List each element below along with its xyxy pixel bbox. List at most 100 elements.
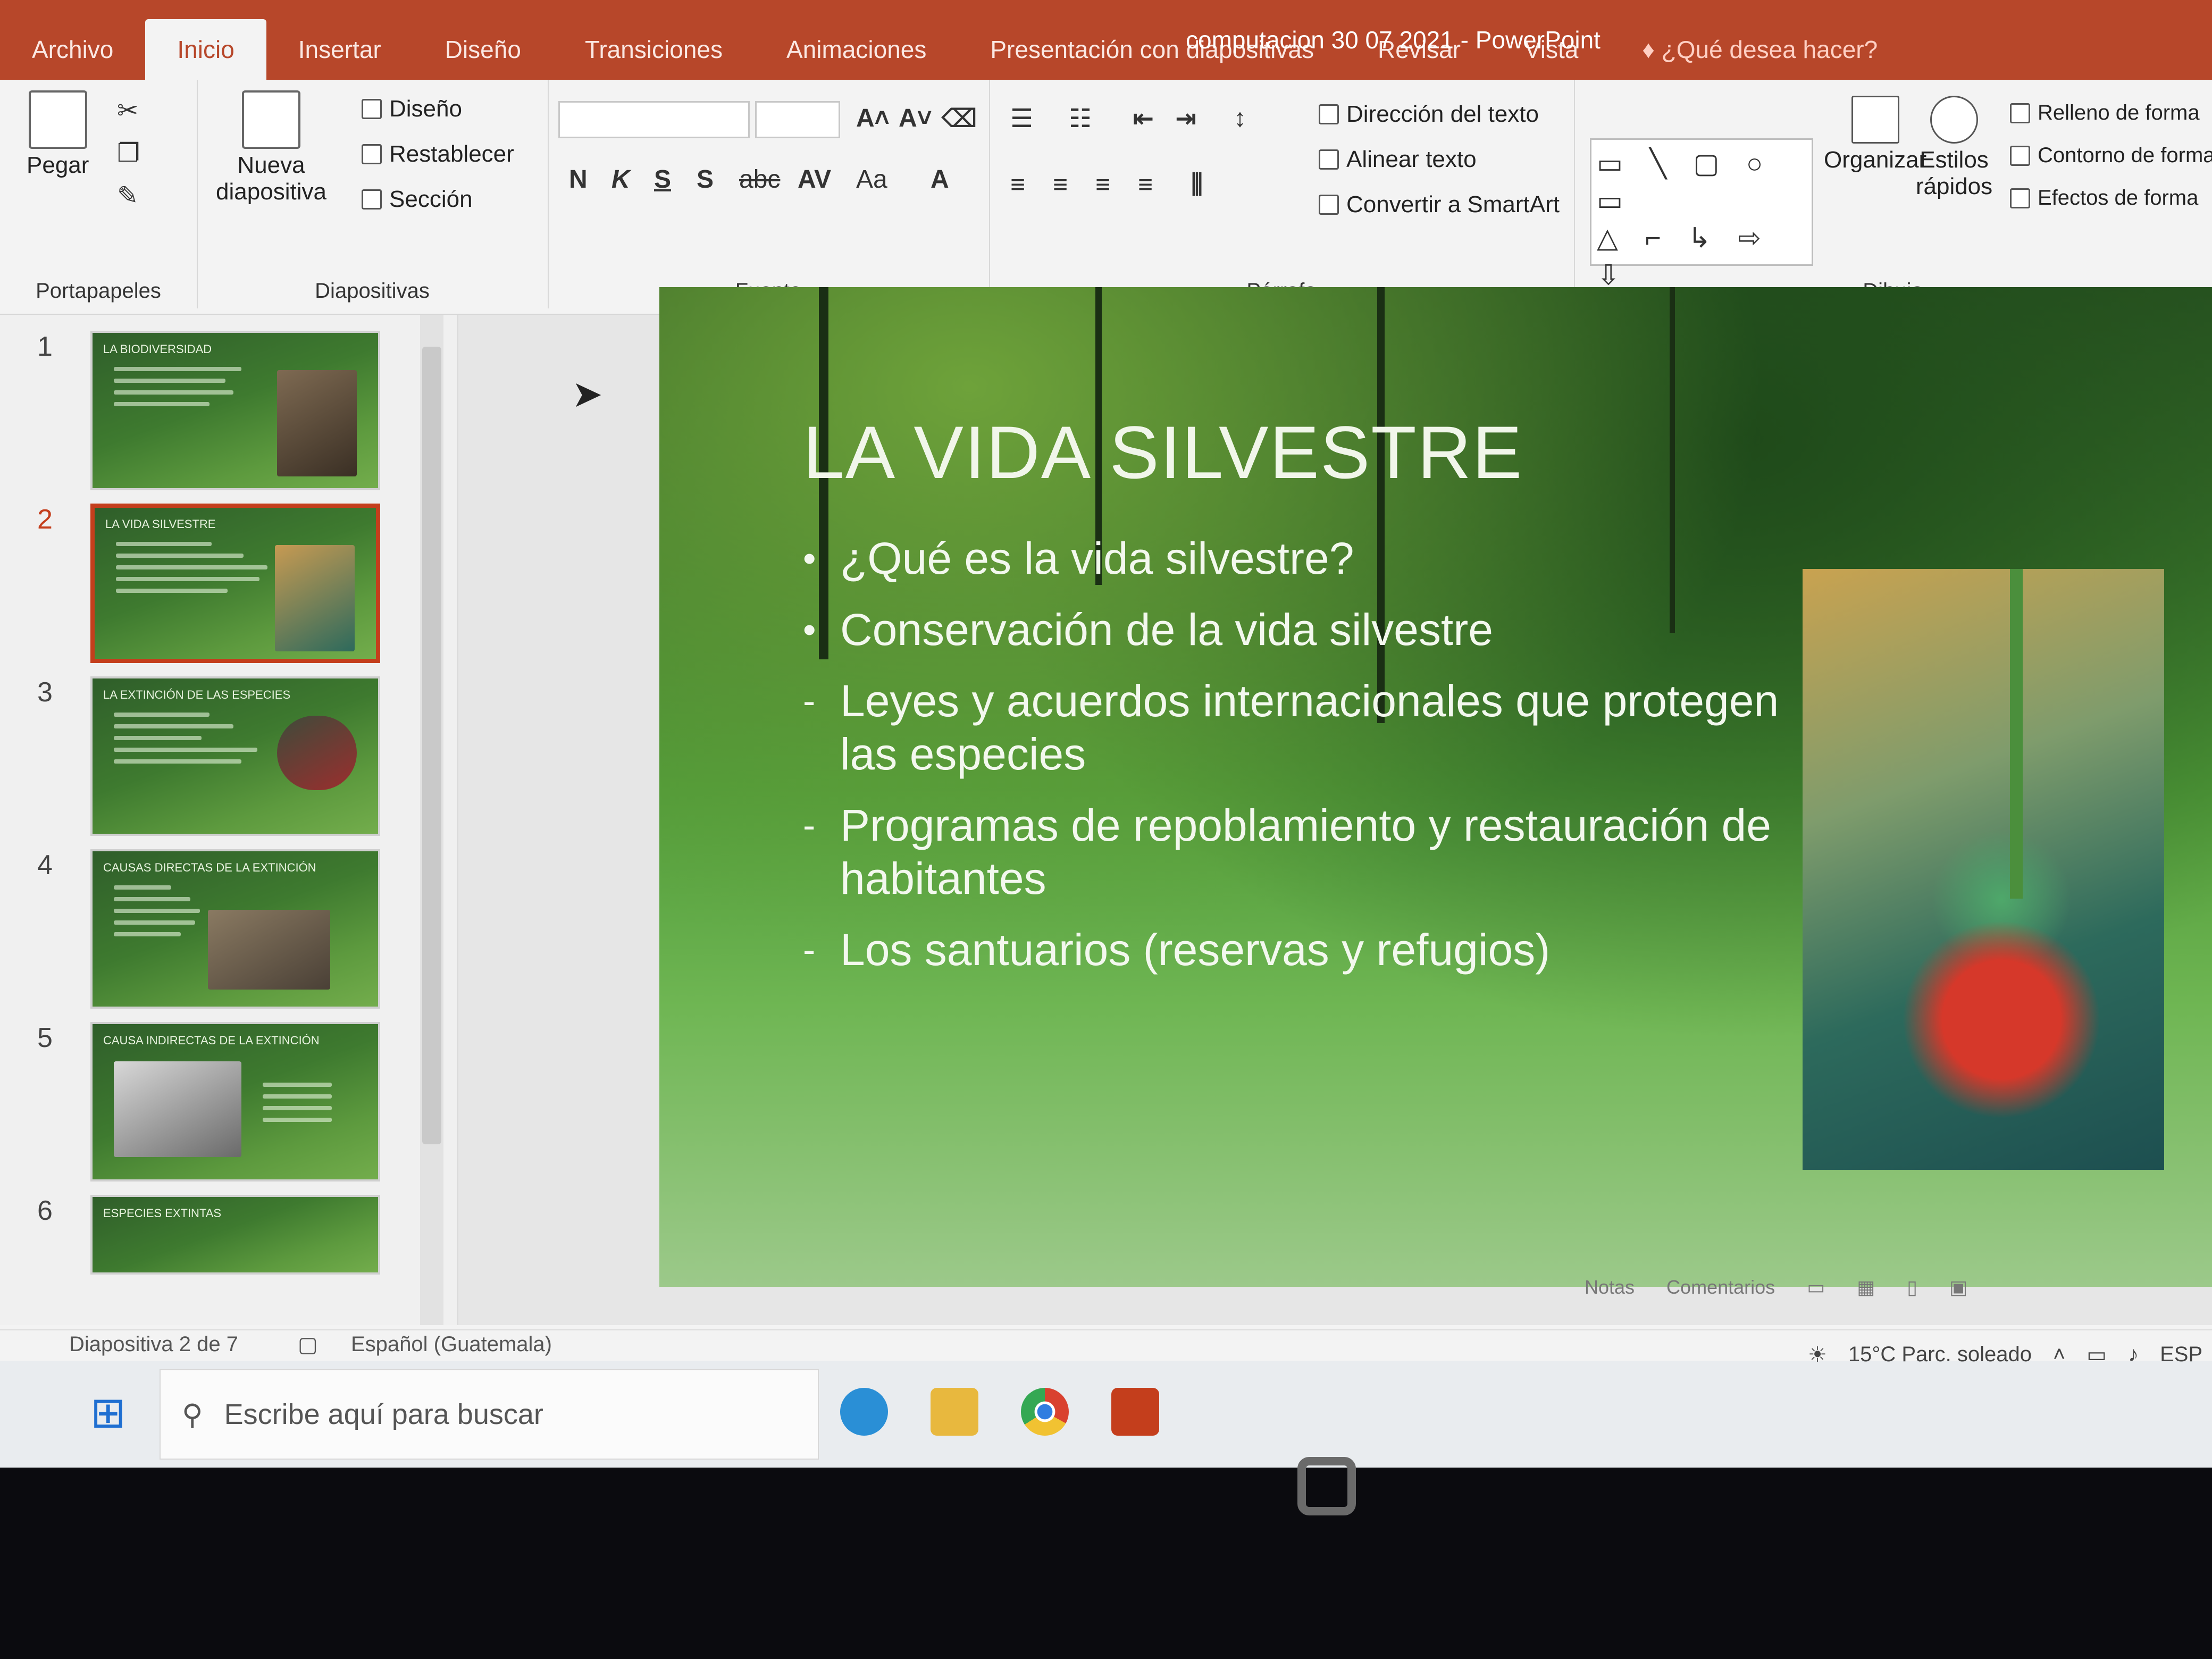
change-case-button[interactable]: Aa [856,165,887,194]
slide-thumbnail-3[interactable]: LA EXTINCIÓN DE LAS ESPECIES [90,676,380,836]
tab-animaciones[interactable]: Animaciones [755,35,958,80]
increase-indent-icon[interactable]: ⇥ [1175,104,1196,133]
ribbon-tabs: Archivo Inicio Insertar Diseño Transicio… [0,0,1909,80]
bold-button[interactable]: N [569,165,588,194]
strikethrough-button[interactable]: abc [739,165,780,194]
thumbnail-image [277,370,357,476]
section-label: Sección [389,186,473,212]
shape-effects-button[interactable]: Efectos de forma [2010,186,2198,210]
windows-start-icon[interactable]: ⊞ [90,1388,126,1437]
frog-flower-photo[interactable] [1803,569,2164,1170]
smartart-button[interactable]: Convertir a SmartArt [1319,191,1560,218]
file-explorer-icon[interactable] [931,1388,978,1436]
align-left-icon[interactable]: ≡ [1010,170,1025,199]
format-painter-icon[interactable]: ✎ [117,181,138,211]
current-slide[interactable]: LA VIDA SILVESTRE ¿Qué es la vida silves… [659,287,2212,1287]
clear-format-icon[interactable]: ⌫ [941,104,977,133]
thumbnail-title: ESPECIES EXTINTAS [103,1206,222,1220]
new-slide-button[interactable]: Nueva diapositiva [213,90,330,205]
powerpoint-icon[interactable] [1111,1388,1159,1436]
weather-text[interactable]: 15°C Parc. soleado [1848,1343,2032,1367]
slide-thumbnail-2[interactable]: LA VIDA SILVESTRE [90,504,380,663]
edge-icon[interactable] [840,1388,888,1436]
normal-view-icon[interactable]: ▭ [1807,1276,1825,1298]
chevron-up-icon[interactable]: ˄ [2053,1343,2065,1367]
align-text-icon [1319,149,1339,170]
slide-thumbnail-6[interactable]: ESPECIES EXTINTAS [90,1195,380,1275]
paste-button[interactable]: Pegar [27,90,89,179]
tab-archivo[interactable]: Archivo [0,35,145,80]
network-icon[interactable]: ▭ [2087,1343,2107,1367]
quick-styles-button[interactable]: Estilos rápidos [1914,96,1994,200]
section-button[interactable]: Sección [362,186,473,213]
reading-view-icon[interactable]: ▯ [1907,1276,1917,1298]
thumbnail-row: 4 CAUSAS DIRECTAS DE LA EXTINCIÓN [21,849,425,1014]
shapes-gallery[interactable]: ▭ ╲ ▢ ○ ▭△ ⌐ ↳ ⇨ ⇩↯ ⌒ ∩ { } ☆ [1590,138,1813,365]
paste-label: Pegar [27,152,89,178]
tab-diseno[interactable]: Diseño [413,35,553,80]
numbering-icon[interactable]: ☷ [1069,104,1092,133]
shape-fill-button[interactable]: Relleno de forma [2010,101,2200,125]
notes-button[interactable]: Notas [1585,1276,1635,1298]
slide-title[interactable]: LA VIDA SILVESTRE [803,409,1523,496]
thumbnails-scrollbar[interactable] [420,315,443,1325]
section-icon [362,189,382,210]
language-indicator[interactable]: ESP [2160,1343,2202,1367]
shadow-button[interactable]: S [697,165,714,194]
align-center-icon[interactable]: ≡ [1053,170,1068,199]
volume-icon[interactable]: ♪ [2128,1343,2139,1367]
bullet-item: Leyes y acuerdos internacionales que pro… [803,674,1787,781]
font-color-button[interactable]: A [931,165,949,194]
slide-thumbnails-pane: 1 LA BIODIVERSIDAD 2 LA VIDA SILVESTRE 3… [0,315,458,1325]
shape-outline-label: Contorno de forma [2038,144,2212,167]
slide-sorter-icon[interactable]: ▦ [1857,1276,1875,1298]
thumbnail-row: 1 LA BIODIVERSIDAD [21,331,425,496]
spellcheck-icon[interactable]: ▢ [298,1333,318,1357]
italic-button[interactable]: K [611,165,630,194]
tab-insertar[interactable]: Insertar [266,35,413,80]
columns-icon[interactable]: ⫼ [1191,170,1203,200]
group-label-diapositivas: Diapositivas [315,279,430,303]
bullets-icon[interactable]: ☰ [1010,104,1033,133]
language-status[interactable]: Español (Guatemala) [351,1333,552,1356]
thumbnail-number: 4 [37,850,53,881]
new-slide-icon [242,90,300,149]
thumbnail-row: 3 LA EXTINCIÓN DE LAS ESPECIES [21,676,425,841]
decrease-indent-icon[interactable]: ⇤ [1133,104,1154,133]
shrink-font-icon[interactable]: A˅ [899,104,932,133]
layout-button[interactable]: Diseño [362,96,462,122]
font-name-combo[interactable] [558,101,750,138]
thumbnail-number: 1 [37,331,53,362]
char-spacing-button[interactable]: AV [798,165,831,194]
comments-button[interactable]: Comentarios [1666,1276,1775,1298]
cut-icon[interactable]: ✂ [117,96,138,125]
slideshow-icon[interactable]: ▣ [1949,1276,1967,1298]
line-spacing-icon[interactable]: ↕ [1234,104,1246,133]
reset-button[interactable]: Restablecer [362,141,514,167]
chrome-icon[interactable] [1021,1388,1069,1436]
underline-button[interactable]: S [654,165,671,194]
bullet-item: Conservación de la vida silvestre [803,603,1787,656]
justify-icon[interactable]: ≡ [1138,170,1153,199]
align-text-button[interactable]: Alinear texto [1319,146,1477,173]
tell-me-search[interactable]: ♦ ¿Qué desea hacer? [1610,35,1909,80]
font-size-combo[interactable] [755,101,840,138]
taskbar-search-box[interactable]: ⚲ Escribe aquí para buscar [160,1369,819,1460]
tab-inicio[interactable]: Inicio [145,19,266,80]
shape-outline-button[interactable]: Contorno de forma [2010,144,2212,167]
align-right-icon[interactable]: ≡ [1095,170,1110,199]
search-icon: ⚲ [182,1398,203,1431]
arrange-button[interactable]: Organizar [1824,96,1926,173]
arrange-label: Organizar [1824,147,1927,173]
slide-thumbnail-5[interactable]: CAUSA INDIRECTAS DE LA EXTINCIÓN [90,1022,380,1182]
grow-font-icon[interactable]: A˄ [856,104,890,133]
tab-transiciones[interactable]: Transiciones [553,35,755,80]
thumbnail-image [208,910,330,990]
slide-thumbnail-1[interactable]: LA BIODIVERSIDAD [90,331,380,490]
slide-thumbnail-4[interactable]: CAUSAS DIRECTAS DE LA EXTINCIÓN [90,849,380,1009]
copy-icon[interactable]: ❐ [117,138,140,168]
notes-comments-bar: Notas Comentarios ▭ ▦ ▯ ▣ [1585,1276,1967,1298]
text-direction-button[interactable]: Dirección del texto [1319,101,1539,128]
scrollbar-thumb[interactable] [422,347,441,1144]
slide-bullet-list[interactable]: ¿Qué es la vida silvestre? Conservación … [803,532,1787,994]
